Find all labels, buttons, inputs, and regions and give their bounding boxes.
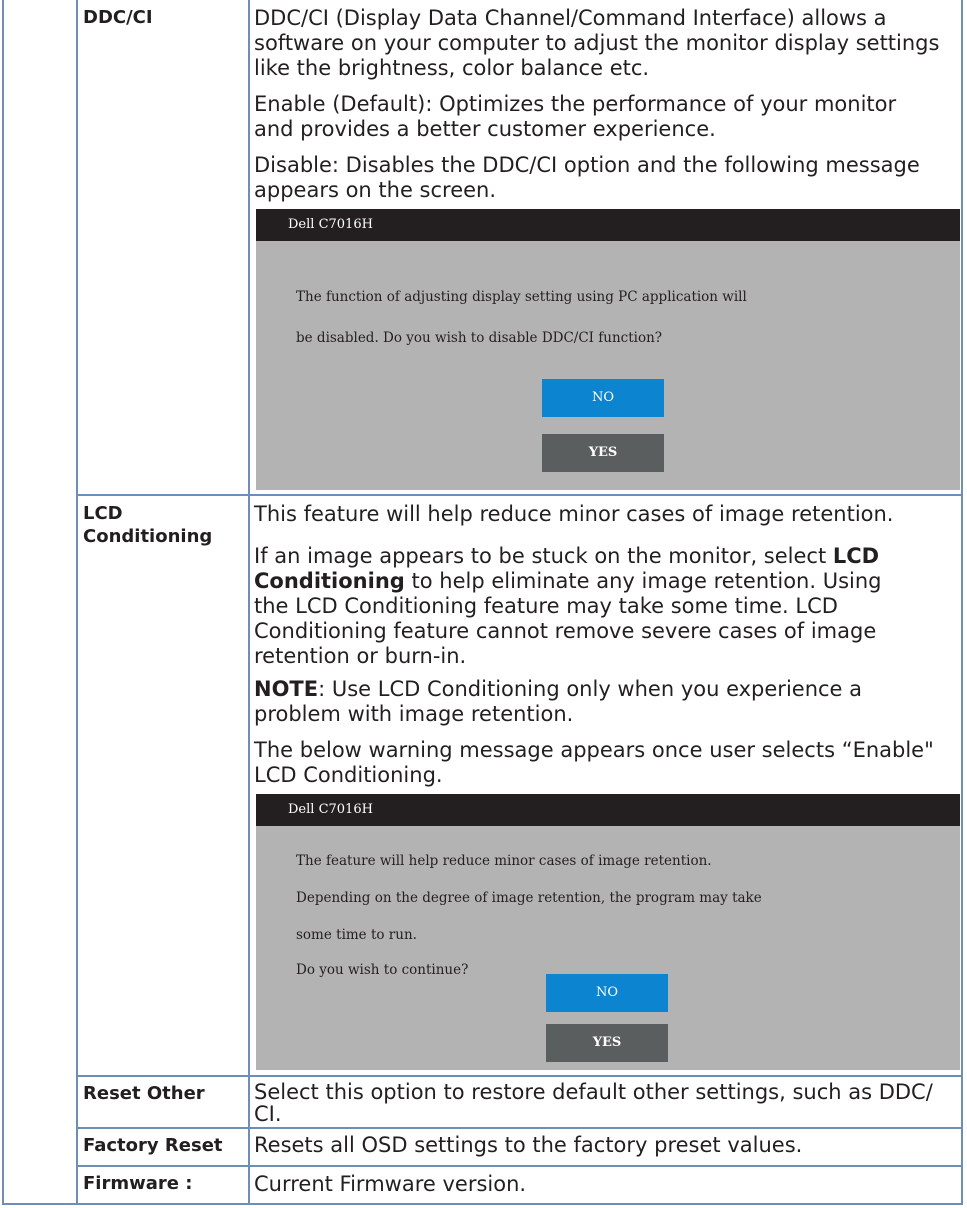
ddc-dialog-title: Dell C7016H xyxy=(256,209,960,241)
ddc-dialog-no-button[interactable]: NO xyxy=(542,379,664,417)
ddc-p2-line1: Enable (Default): Optimizes the performa… xyxy=(254,92,897,116)
ddc-p1-line3: like the brightness, color balance etc. xyxy=(254,56,650,80)
lcd-label-line2: Conditioning xyxy=(83,526,213,547)
lcd-p2-line5: retention or burn-in. xyxy=(254,644,467,668)
note-text: : Use LCD Conditioning only when you exp… xyxy=(318,677,863,701)
ddc-dialog-message-line1: The function of adjusting display settin… xyxy=(296,289,747,305)
reset-other-description: Select this option to restore default ot… xyxy=(254,1081,960,1125)
lcd-p2-line2: Conditioning to help eliminate any image… xyxy=(254,569,960,594)
ddc-description: DDC/CI (Display Data Channel/Command Int… xyxy=(254,6,960,81)
lcd-p2-text: If an image appears to be stuck on the m… xyxy=(254,544,833,568)
reset-other-line2: CI. xyxy=(254,1102,282,1126)
lcd-note-line1: NOTE: Use LCD Conditioning only when you… xyxy=(254,677,960,702)
lcd-p1: This feature will help reduce minor case… xyxy=(254,502,894,526)
firmware-label: Firmware : xyxy=(83,1173,193,1194)
ddc-disable-text: Disable: Disables the DDC/CI option and … xyxy=(254,153,960,203)
lcd-dialog-message-line4: Do you wish to continue? xyxy=(296,962,469,978)
ddc-p1-line2: software on your computer to adjust the … xyxy=(254,31,940,55)
firmware-description: Current Firmware version. xyxy=(254,1172,527,1196)
row-divider-3 xyxy=(76,1127,963,1129)
lcd-dialog-title: Dell C7016H xyxy=(256,794,960,826)
lcd-label-line1: LCD xyxy=(83,503,123,524)
col-divider-2 xyxy=(248,0,250,1205)
ddc-dialog-message-line2: be disabled. Do you wish to disable DDC/… xyxy=(296,330,663,346)
ddc-enable-text: Enable (Default): Optimizes the performa… xyxy=(254,92,960,142)
lcd-dialog-message-line3: some time to run. xyxy=(296,927,417,943)
lcd-p2-bold: LCD xyxy=(832,544,880,568)
row-divider-1 xyxy=(76,494,963,496)
lcd-p4-line2: LCD Conditioning. xyxy=(254,763,443,787)
row-divider-2 xyxy=(76,1075,963,1077)
lcd-warning-dialog: Dell C7016H The feature will help reduce… xyxy=(256,794,960,1070)
factory-reset-description: Resets all OSD settings to the factory p… xyxy=(254,1133,803,1157)
reset-other-line1: Select this option to restore default ot… xyxy=(254,1080,933,1104)
ddc-label: DDC/CI xyxy=(83,7,153,28)
ddc-p1-line1: DDC/CI (Display Data Channel/Command Int… xyxy=(254,6,887,30)
lcd-p4-line1: The below warning message appears once u… xyxy=(254,738,934,762)
note-label: NOTE xyxy=(254,677,319,701)
lcd-label: LCD Conditioning xyxy=(83,502,212,548)
lcd-dialog-no-button[interactable]: NO xyxy=(546,974,668,1012)
row-divider-4 xyxy=(76,1165,963,1167)
lcd-dialog-message-line1: The feature will help reduce minor cases… xyxy=(296,853,712,869)
lcd-note: NOTE: Use LCD Conditioning only when you… xyxy=(254,677,960,727)
lcd-dialog-yes-button[interactable]: YES xyxy=(546,1024,668,1062)
lcd-note-line2: problem with image retention. xyxy=(254,702,574,726)
ddc-p3-line1: Disable: Disables the DDC/CI option and … xyxy=(254,153,920,177)
col-divider-1 xyxy=(76,0,78,1205)
lcd-p2-line4: Conditioning feature cannot remove sever… xyxy=(254,619,877,643)
lcd-p2-text2: to help eliminate any image retention. U… xyxy=(404,569,882,593)
lcd-dialog-message-line2: Depending on the degree of image retenti… xyxy=(296,890,762,906)
reset-other-label: Reset Other xyxy=(83,1083,205,1104)
lcd-p2-line1: If an image appears to be stuck on the m… xyxy=(254,544,960,569)
ddc-p3-line2: appears on the screen. xyxy=(254,178,497,202)
lcd-p2: If an image appears to be stuck on the m… xyxy=(254,544,960,669)
lcd-p2-line3: the LCD Conditioning feature may take so… xyxy=(254,594,838,618)
ddc-p2-line2: and provides a better customer experienc… xyxy=(254,117,716,141)
ddc-disable-dialog: Dell C7016H The function of adjusting di… xyxy=(256,209,960,490)
factory-reset-label: Factory Reset xyxy=(83,1135,223,1156)
lcd-warning-text: The below warning message appears once u… xyxy=(254,738,960,788)
ddc-dialog-yes-button[interactable]: YES xyxy=(542,434,664,472)
lcd-p2-bold2: Conditioning xyxy=(254,569,405,593)
